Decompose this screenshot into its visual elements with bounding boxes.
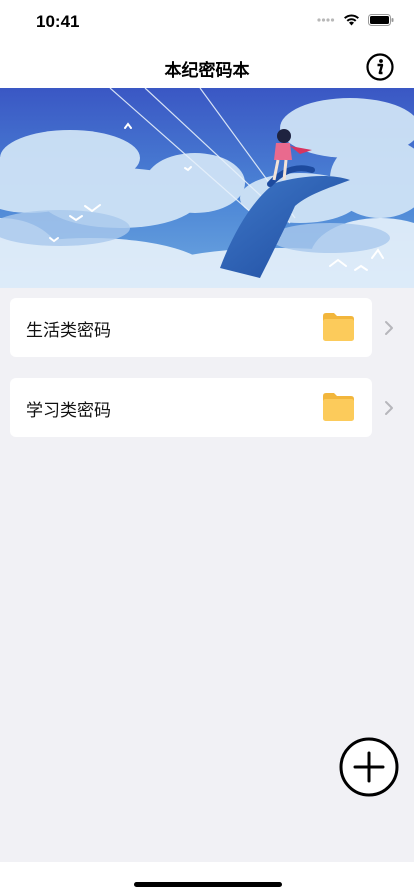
status-icons	[317, 14, 394, 26]
page-title: 本纪密码本	[164, 61, 250, 81]
folder-icon	[323, 393, 354, 421]
home-indicator[interactable]	[134, 882, 282, 887]
folder-icon	[323, 313, 354, 341]
chevron-right-icon[interactable]	[384, 400, 394, 416]
status-time: 10:41	[36, 12, 80, 31]
add-button[interactable]	[338, 736, 400, 798]
plus-circle-icon	[339, 737, 399, 797]
chevron-right-icon[interactable]	[384, 320, 394, 336]
list-item[interactable]: 学习类密码	[10, 378, 372, 437]
info-icon	[366, 53, 394, 81]
info-button[interactable]	[366, 53, 394, 81]
nav-bar: 本纪密码本	[0, 44, 414, 88]
list-item-label: 生活类密码	[26, 321, 111, 341]
status-bar: 10:41	[0, 0, 414, 44]
list-item-label: 学习类密码	[26, 401, 111, 421]
battery-icon	[368, 14, 394, 26]
signal-icon	[317, 18, 335, 22]
wifi-icon	[344, 14, 359, 26]
banner-image	[0, 88, 414, 288]
list-item[interactable]: 生活类密码	[10, 298, 372, 357]
home-indicator-area	[0, 862, 414, 896]
